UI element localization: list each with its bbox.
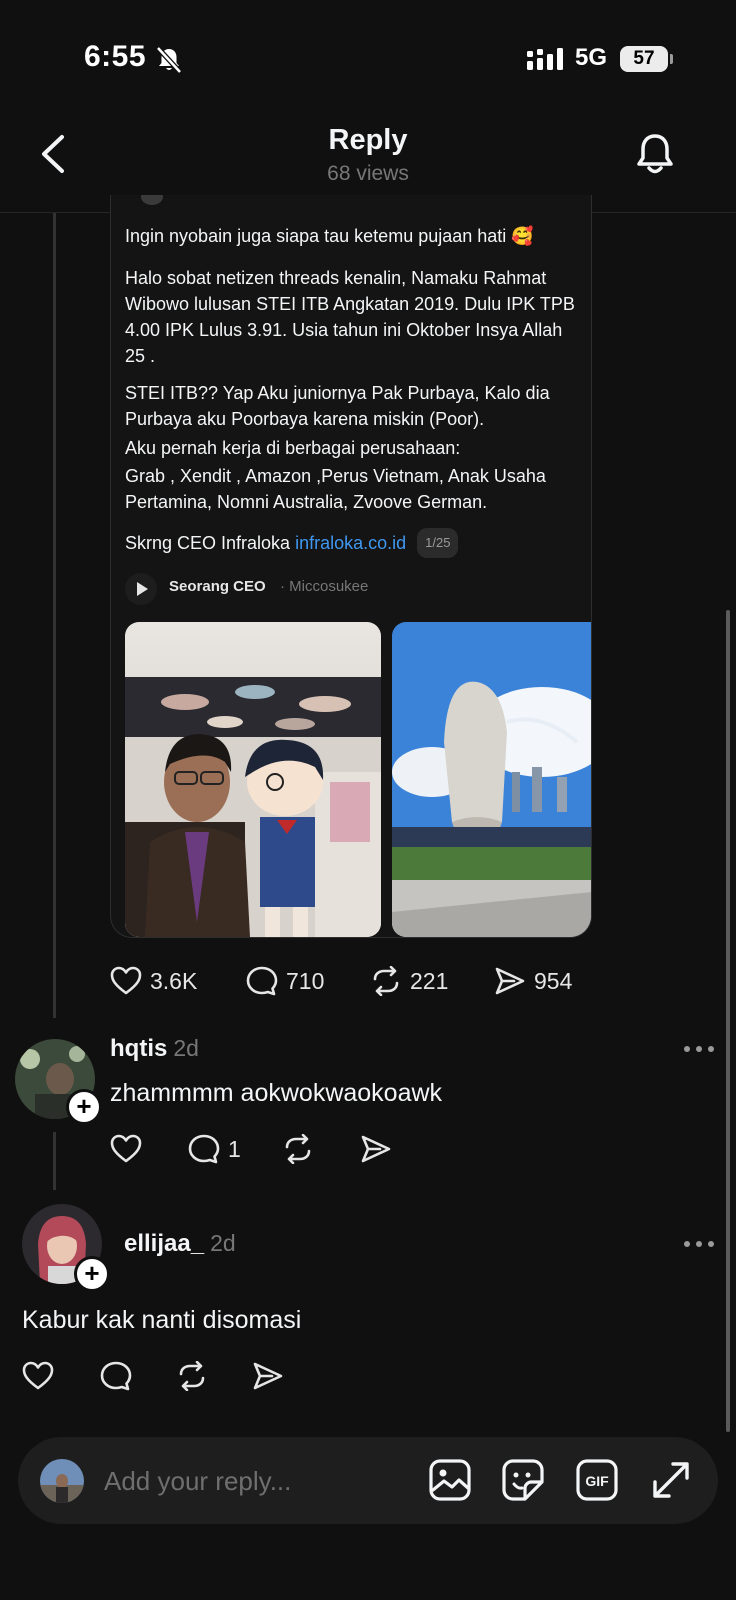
post-paragraph: Aku pernah kerja di berbagai perusahaan: bbox=[125, 438, 461, 458]
thread-line bbox=[53, 213, 56, 1018]
comment-username[interactable]: hqtis bbox=[110, 1035, 167, 1062]
comment-header: ellijaa_ 2d bbox=[124, 1230, 236, 1258]
send-icon bbox=[495, 967, 525, 995]
image-icon bbox=[429, 1459, 471, 1501]
expand-button[interactable] bbox=[649, 1458, 693, 1502]
share-button[interactable] bbox=[360, 1134, 392, 1164]
comment-text: zhammmm aokwokwaokoawk bbox=[110, 1079, 443, 1107]
pager-badge: 1/25 bbox=[417, 528, 459, 558]
expand-icon bbox=[653, 1462, 689, 1498]
post-paragraph: Ingin nyobain juga siapa tau ketemu puja… bbox=[125, 226, 534, 246]
comment-username[interactable]: ellijaa_ bbox=[124, 1230, 204, 1257]
repost-count: 221 bbox=[410, 967, 449, 994]
like-button[interactable] bbox=[22, 1361, 54, 1391]
feed-play-button[interactable] bbox=[125, 573, 157, 605]
signal-icon bbox=[527, 48, 565, 70]
follow-plus-button[interactable]: + bbox=[66, 1089, 102, 1125]
comment-text: Kabur kak nanti disomasi bbox=[22, 1306, 302, 1334]
comment-icon bbox=[100, 1361, 132, 1391]
view-count: 68 views bbox=[327, 162, 409, 185]
repost-button[interactable] bbox=[282, 1134, 314, 1164]
like-button[interactable]: 3.6K bbox=[110, 966, 197, 996]
network-type: 5G bbox=[575, 44, 608, 71]
infraloka-link[interactable]: infraloka.co.id bbox=[295, 533, 406, 553]
more-options-button[interactable] bbox=[682, 1239, 716, 1249]
comment-count: 710 bbox=[286, 967, 325, 994]
sticker-icon bbox=[502, 1459, 544, 1501]
bell-off-icon bbox=[156, 46, 182, 74]
heart-icon bbox=[22, 1361, 54, 1390]
scrollbar[interactable] bbox=[726, 610, 730, 1432]
share-button[interactable] bbox=[252, 1361, 284, 1391]
gif-button[interactable]: GIF bbox=[575, 1458, 619, 1502]
send-icon bbox=[253, 1362, 283, 1390]
repost-icon bbox=[179, 1361, 205, 1391]
page-title: Reply bbox=[328, 124, 408, 156]
comment-age: 2d bbox=[210, 1230, 236, 1256]
post-paragraph: Grab , Xendit , Amazon ,Perus Vietnam, A… bbox=[125, 466, 546, 512]
post-paragraph: STEI ITB?? Yap Aku juniornya Pak Purbaya… bbox=[125, 383, 550, 429]
thread-line bbox=[53, 1132, 56, 1190]
image-attach-button[interactable] bbox=[428, 1458, 472, 1502]
repost-button[interactable] bbox=[176, 1361, 208, 1391]
comment-icon bbox=[188, 1134, 220, 1164]
comment-button[interactable] bbox=[100, 1361, 132, 1391]
post-photo-merlion[interactable] bbox=[392, 622, 591, 937]
share-count: 954 bbox=[534, 967, 573, 994]
feed-name[interactable]: Seorang CEO bbox=[169, 578, 266, 595]
comment-button[interactable]: 710 bbox=[246, 966, 324, 996]
like-button[interactable] bbox=[110, 1134, 142, 1164]
repost-icon bbox=[373, 966, 399, 996]
notification-bell-button[interactable] bbox=[634, 131, 676, 177]
more-icon bbox=[684, 1046, 714, 1052]
comment-header: hqtis 2d bbox=[110, 1035, 199, 1063]
more-icon bbox=[684, 1241, 714, 1247]
like-count: 3.6K bbox=[150, 967, 198, 994]
sticker-button[interactable] bbox=[501, 1458, 545, 1502]
repost-button[interactable]: 221 bbox=[370, 966, 448, 996]
heart-icon bbox=[110, 966, 142, 995]
feed-location: · Miccosukee bbox=[280, 578, 369, 595]
repost-icon bbox=[285, 1134, 311, 1164]
send-icon bbox=[361, 1135, 391, 1163]
gif-icon: GIF bbox=[576, 1459, 618, 1501]
ceo-line: Skrng CEO Infraloka infraloka.co.id 1/25 bbox=[125, 528, 577, 558]
heart-icon bbox=[110, 1134, 142, 1163]
ceo-text: Skrng CEO Infraloka bbox=[125, 533, 291, 553]
battery-nub bbox=[670, 54, 673, 64]
post-paragraph: Halo sobat netizen threads kenalin, Nama… bbox=[125, 268, 575, 366]
comment-age: 2d bbox=[173, 1035, 199, 1061]
quoted-post-card[interactable]: Ingin nyobain juga siapa tau ketemu puja… bbox=[110, 195, 592, 938]
more-options-button[interactable] bbox=[682, 1044, 716, 1054]
status-time: 6:55 bbox=[84, 40, 147, 73]
my-avatar bbox=[40, 1459, 84, 1503]
gif-label: GIF bbox=[585, 1473, 609, 1489]
follow-plus-button[interactable]: + bbox=[74, 1256, 110, 1292]
comment-icon bbox=[246, 966, 278, 996]
reply-input[interactable] bbox=[104, 1456, 404, 1506]
quoted-avatar bbox=[141, 195, 163, 205]
post-photo-selfie[interactable] bbox=[125, 622, 381, 937]
comment-count: 1 bbox=[228, 1135, 241, 1162]
battery-indicator: 57 bbox=[620, 46, 668, 72]
share-button[interactable]: 954 bbox=[494, 966, 572, 996]
comment-button[interactable]: 1 bbox=[188, 1134, 241, 1164]
